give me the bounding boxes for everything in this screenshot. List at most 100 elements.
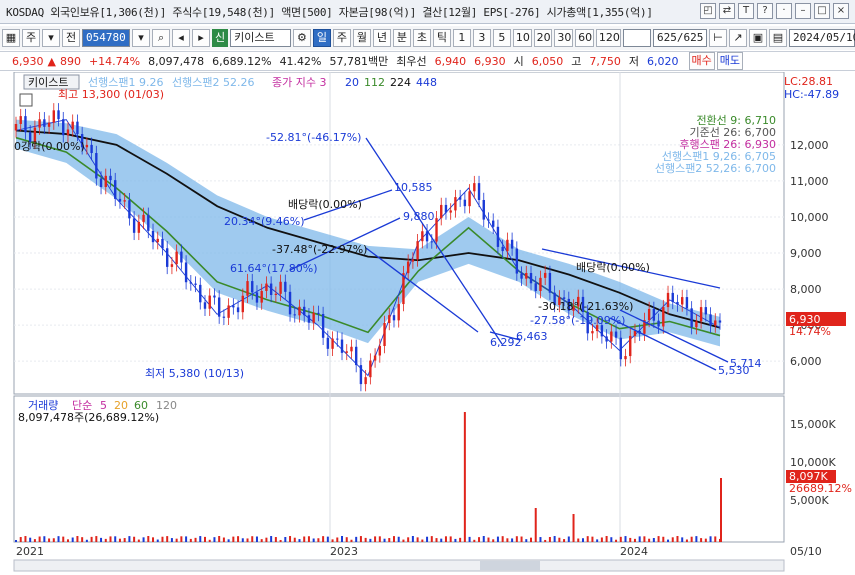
volume-value: 8,097,478 bbox=[148, 54, 205, 68]
interval-60-button[interactable]: 60 bbox=[575, 29, 594, 47]
current-price: 6,930 bbox=[12, 54, 44, 68]
legend-ma-label: 종가 지수 3 bbox=[272, 76, 326, 89]
period-day-button[interactable]: 일 bbox=[312, 29, 331, 47]
interval-30-button[interactable]: 30 bbox=[554, 29, 574, 47]
interval-120-button[interactable]: 120 bbox=[595, 29, 621, 47]
settings-icon[interactable]: ⚙ bbox=[292, 29, 311, 47]
panel-toggle-icon[interactable] bbox=[19, 93, 33, 107]
volume-bar bbox=[364, 537, 367, 542]
chart-area[interactable]: 6,0007,0008,0009,00010,00011,00012,000 키… bbox=[0, 71, 855, 572]
legend-ma-224: 224 bbox=[390, 76, 411, 89]
volume-bar bbox=[652, 538, 655, 542]
period-year-button[interactable]: 년 bbox=[372, 29, 391, 47]
ichimoku-span2: 선행스팬2 52,26: 6,700 bbox=[655, 162, 776, 175]
volume-bar bbox=[29, 537, 32, 542]
candle-body bbox=[76, 121, 79, 135]
prev-button[interactable]: 전 bbox=[62, 29, 80, 47]
volume-bar bbox=[657, 536, 660, 542]
candle-body bbox=[217, 297, 221, 317]
interval-3-button[interactable]: 3 bbox=[472, 29, 491, 47]
candle-body bbox=[307, 315, 311, 323]
volume-bar bbox=[38, 536, 41, 542]
volume-bar bbox=[76, 536, 79, 542]
draw-tool-icon[interactable]: ↗ bbox=[728, 29, 747, 47]
volume-bar bbox=[359, 536, 362, 542]
speaker-icon[interactable]: ◂ bbox=[172, 29, 191, 47]
interval-5-button[interactable]: 5 bbox=[492, 29, 511, 47]
interval-10-button[interactable]: 10 bbox=[512, 29, 532, 47]
maximize-icon[interactable]: □ bbox=[814, 3, 830, 19]
interval-1-button[interactable]: 1 bbox=[452, 29, 471, 47]
stock-code-input[interactable]: 054780 bbox=[82, 29, 131, 47]
candle-body bbox=[246, 281, 249, 296]
volume-bar bbox=[62, 536, 65, 542]
period-month-button[interactable]: 월 bbox=[352, 29, 371, 47]
interval-custom-input[interactable] bbox=[622, 29, 651, 47]
period-type-select[interactable]: 주 bbox=[22, 29, 40, 47]
period-second-button[interactable]: 초 bbox=[412, 29, 431, 47]
volume-bar bbox=[303, 536, 306, 542]
y-tick-label: 12,000 bbox=[790, 139, 829, 152]
time-scrollbar[interactable] bbox=[13, 559, 785, 572]
buy-button[interactable]: 매수 bbox=[688, 52, 715, 70]
candle-body bbox=[19, 116, 22, 124]
forward-icon[interactable]: ▸ bbox=[192, 29, 211, 47]
candle-body bbox=[378, 345, 382, 356]
stock-name-field[interactable]: 키이스트 bbox=[230, 29, 291, 47]
ruler-icon[interactable]: ⊢ bbox=[708, 29, 727, 47]
period-minute-button[interactable]: 분 bbox=[392, 29, 411, 47]
interval-20-button[interactable]: 20 bbox=[533, 29, 553, 47]
candle-body bbox=[350, 346, 353, 352]
close-icon[interactable]: × bbox=[833, 3, 849, 19]
period-week-button[interactable]: 주 bbox=[332, 29, 351, 47]
candle-body bbox=[449, 210, 452, 213]
volume-ma-120: 120 bbox=[156, 399, 177, 412]
volume-bar bbox=[307, 536, 310, 542]
link-icon[interactable]: ⇄ bbox=[719, 3, 735, 19]
candle-body bbox=[364, 377, 367, 385]
font-size-icon[interactable]: T bbox=[738, 3, 754, 19]
date-field[interactable]: 2024/05/10 bbox=[788, 29, 855, 47]
volume-bar bbox=[600, 537, 603, 542]
candle-body bbox=[411, 259, 415, 262]
calendar-icon[interactable]: ▤ bbox=[768, 29, 787, 47]
y-tick-label: 9,000 bbox=[790, 247, 822, 260]
window-menu-icon[interactable]: ◰ bbox=[700, 3, 716, 19]
pin-icon[interactable]: · bbox=[776, 3, 792, 19]
page-counter[interactable]: 625/625 bbox=[652, 29, 707, 47]
window-title: KOSDAQ 외국인보유[1,306(천)] 주식수[19,548(천)] 액면… bbox=[6, 5, 653, 19]
period-tick-button[interactable]: 틱 bbox=[432, 29, 451, 47]
volume-bar bbox=[643, 536, 646, 542]
candle-body bbox=[194, 283, 197, 285]
help-icon[interactable]: ? bbox=[757, 3, 773, 19]
chart-svg[interactable]: 6,0007,0008,0009,00010,00011,00012,000 키… bbox=[0, 71, 855, 572]
candle-body bbox=[709, 314, 712, 326]
candle-body bbox=[534, 283, 537, 292]
x-label-2024: 2024 bbox=[620, 545, 648, 558]
scroll-thumb[interactable] bbox=[480, 561, 540, 570]
candle-body bbox=[189, 282, 193, 284]
candle-body bbox=[392, 315, 396, 321]
volume-bar bbox=[147, 536, 150, 542]
price-change-pct: +14.74% bbox=[88, 54, 141, 68]
candle-body bbox=[265, 283, 268, 291]
save-icon[interactable]: ▣ bbox=[748, 29, 767, 47]
period-dropdown-icon[interactable]: ▾ bbox=[42, 29, 60, 47]
price-badge-pct: 14.74% bbox=[789, 325, 831, 338]
window-titlebar: KOSDAQ 외국인보유[1,306(천)] 주식수[19,548(천)] 액면… bbox=[0, 0, 855, 24]
layout-icon[interactable]: ▦ bbox=[2, 29, 20, 47]
candle-body bbox=[47, 122, 51, 127]
volume-bar bbox=[222, 537, 225, 542]
sell-button[interactable]: 매도 bbox=[716, 52, 743, 70]
volume-bar bbox=[293, 537, 296, 542]
volume-bar bbox=[350, 539, 353, 542]
volume-bar bbox=[241, 538, 244, 542]
new-badge[interactable]: 신 bbox=[212, 29, 229, 47]
minimize-icon[interactable]: – bbox=[795, 3, 811, 19]
search-icon[interactable]: ⌕ bbox=[152, 29, 171, 47]
candle-body bbox=[104, 175, 107, 188]
code-dropdown-icon[interactable]: ▾ bbox=[132, 29, 151, 47]
volume-bar bbox=[19, 537, 22, 542]
candle-body bbox=[501, 246, 504, 252]
volume-bar bbox=[189, 538, 192, 542]
